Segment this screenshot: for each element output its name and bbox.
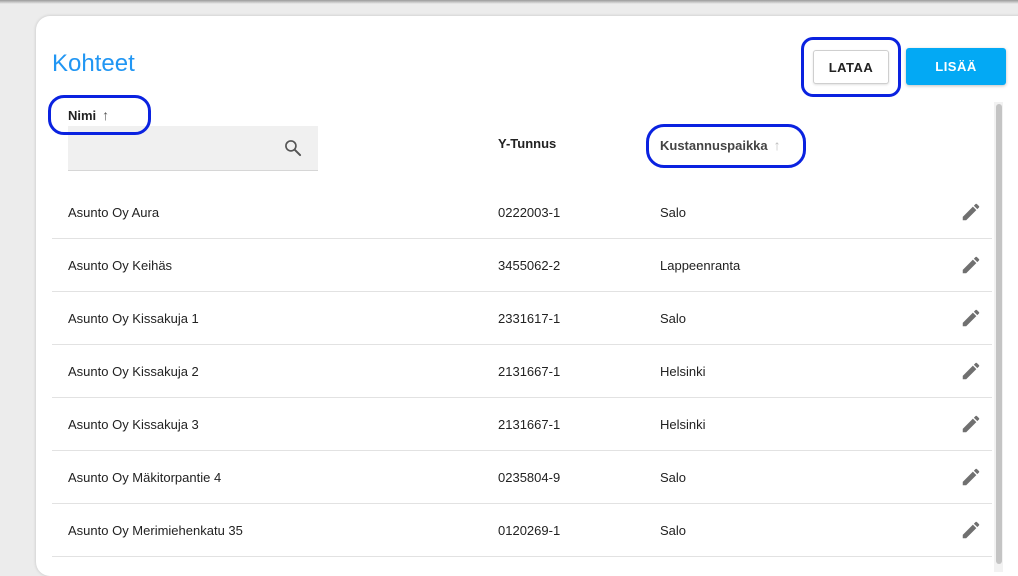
table-row[interactable]: Asunto Oy Merimiehenkatu 35 0120269-1 Sa…	[52, 504, 992, 557]
row-name: Asunto Oy Kissakuja 1	[68, 311, 199, 326]
column-header-cost-center-label: Kustannuspaikka	[660, 137, 768, 153]
page-title: Kohteet	[52, 50, 135, 77]
pencil-icon[interactable]	[960, 519, 982, 541]
column-header-name[interactable]: Nimi ↑	[68, 107, 109, 123]
column-header-name-label: Nimi	[68, 107, 97, 123]
pencil-icon[interactable]	[960, 466, 982, 488]
row-business-id: 3455062-2	[498, 258, 561, 273]
row-cost-center: Salo	[660, 470, 687, 485]
row-cost-center: Salo	[660, 523, 687, 538]
row-cost-center: Salo	[660, 311, 687, 326]
search-input[interactable]	[68, 126, 288, 170]
pencil-icon[interactable]	[960, 360, 982, 382]
row-name: Asunto Oy Kissakuja 2	[68, 364, 199, 379]
row-name: Asunto Oy Kissakuja 3	[68, 417, 199, 432]
table-row[interactable]: Asunto Oy Kissakuja 1 2331617-1 Salo	[52, 292, 992, 345]
column-header-business-id-label: Y-Tunnus	[498, 136, 557, 151]
window-top-shadow	[0, 0, 1018, 4]
row-name: Asunto Oy Keihäs	[68, 258, 173, 273]
arrow-up-icon[interactable]: ↑	[774, 137, 781, 153]
row-business-id: 0120269-1	[498, 523, 561, 538]
row-name: Asunto Oy Merimiehenkatu 35	[68, 523, 243, 538]
row-name: Asunto Oy Mäkitorpantie 4	[68, 470, 222, 485]
search-icon[interactable]	[283, 138, 303, 158]
row-name: Asunto Oy Aura	[68, 205, 160, 220]
table-row[interactable]: Asunto Oy Kissakuja 2 2131667-1 Helsinki	[52, 345, 992, 398]
table-row[interactable]: Asunto Oy Keihäs 3455062-2 Lappeenranta	[52, 239, 992, 292]
table-row[interactable]: Asunto Oy Kissakuja 3 2131667-1 Helsinki	[52, 398, 992, 451]
arrow-up-icon[interactable]: ↑	[102, 107, 109, 123]
row-business-id: 2131667-1	[498, 417, 561, 432]
table-row[interactable]: Asunto Oy Aura 0222003-1 Salo	[52, 186, 992, 239]
row-business-id: 2331617-1	[498, 311, 561, 326]
row-cost-center: Lappeenranta	[660, 258, 741, 273]
add-button[interactable]: LISÄÄ	[906, 48, 1006, 85]
row-cost-center: Salo	[660, 205, 687, 220]
name-search-field[interactable]	[68, 126, 318, 171]
row-cost-center: Helsinki	[660, 417, 706, 432]
download-button[interactable]: LATAA	[813, 50, 889, 84]
column-header-business-id[interactable]: Y-Tunnus	[498, 136, 556, 151]
pencil-icon[interactable]	[960, 254, 982, 276]
pencil-icon[interactable]	[960, 307, 982, 329]
row-business-id: 2131667-1	[498, 364, 561, 379]
pencil-icon[interactable]	[960, 201, 982, 223]
row-business-id: 0235804-9	[498, 470, 561, 485]
row-cost-center: Helsinki	[660, 364, 706, 379]
pencil-icon[interactable]	[960, 413, 982, 435]
column-header-cost-center[interactable]: Kustannuspaikka ↑	[660, 137, 781, 153]
table-body: Asunto Oy Aura 0222003-1 Salo Asunto Oy …	[52, 186, 992, 557]
table-row[interactable]: Asunto Oy Mäkitorpantie 4 0235804-9 Salo	[52, 451, 992, 504]
row-business-id: 0222003-1	[498, 205, 561, 220]
scrollbar-thumb[interactable]	[996, 104, 1002, 564]
